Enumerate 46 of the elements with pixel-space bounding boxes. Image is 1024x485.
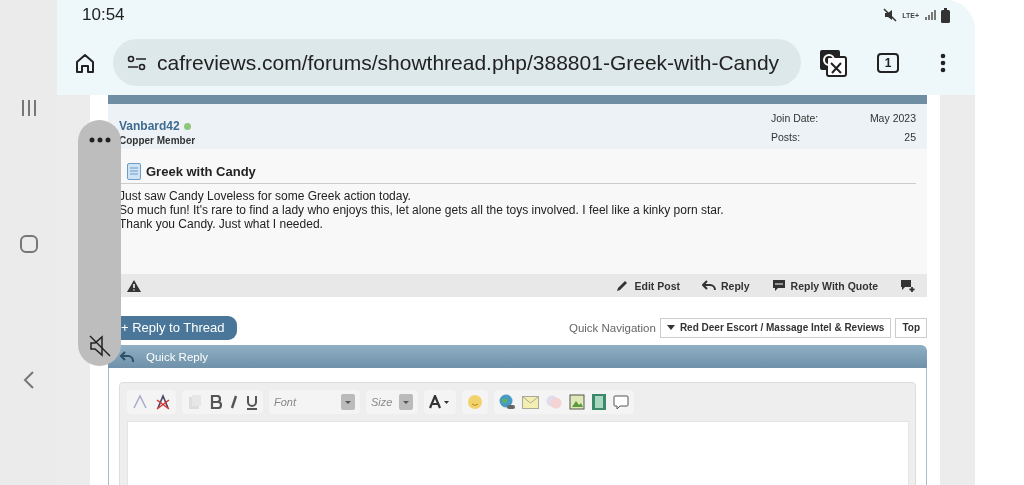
bold-icon[interactable] [210, 395, 222, 409]
clock-time: 10:54 [82, 5, 125, 25]
quick-reply-title: Quick Reply [146, 350, 208, 363]
quick-navigation-label: Quick Navigation [568, 321, 656, 334]
forum-name: Red Deer Escort / Massage Intel & Reviews [679, 322, 885, 333]
site-settings-icon[interactable] [127, 54, 147, 71]
picture-frame-icon[interactable] [569, 394, 585, 410]
film-strip-icon[interactable] [592, 394, 606, 410]
signal-icon [924, 9, 936, 21]
reply-arrow-icon [120, 350, 134, 363]
tab-count-button[interactable]: 1 [877, 52, 899, 73]
address-bar[interactable]: cafreviews.com/forums/showthread.php/388801-Greek-with-Candy [113, 39, 801, 86]
user-rank: Copper Member [119, 135, 196, 146]
post-action-link[interactable]: Edit Post [615, 278, 680, 293]
mute-icon[interactable] [88, 335, 111, 357]
post-text-line: Just saw Candy Loveless for some Greek action today. [119, 189, 412, 203]
speech-bubble-icon[interactable] [613, 394, 629, 410]
underline-icon[interactable] [246, 394, 258, 410]
stat-value: 25 [903, 130, 916, 145]
reply-arrow-icon [702, 278, 717, 293]
post-action-link[interactable]: Reply With Quote [771, 278, 878, 293]
post-title: Greek with Candy [146, 164, 256, 179]
username-link[interactable]: Vanbard42 [119, 119, 180, 133]
more-options-icon[interactable] [940, 52, 946, 73]
battery-icon [941, 7, 950, 23]
post-text-line: Thank you Candy. Just what I needed. [119, 217, 324, 231]
forum-select[interactable]: Red Deer Escort / Massage Intel & Reviews [659, 317, 892, 338]
stat-label: Join Date: [771, 112, 819, 126]
caret-icon [666, 325, 675, 330]
globe-link-icon[interactable] [499, 394, 515, 410]
more-options-icon[interactable] [88, 137, 111, 143]
text-color-icon[interactable] [429, 395, 451, 409]
italic-icon[interactable] [229, 395, 239, 409]
report-icon[interactable] [127, 279, 141, 292]
multi-quote-icon[interactable] [900, 278, 915, 293]
post-action-link[interactable]: Reply [702, 278, 750, 293]
stat-value: May 2023 [868, 112, 916, 126]
remove-format-icon[interactable] [155, 394, 171, 410]
home-icon[interactable] [74, 51, 96, 74]
document-icon [127, 163, 141, 180]
mute-icon [883, 8, 898, 22]
top-button[interactable]: Top [895, 317, 927, 338]
stat-label: Posts: [771, 130, 802, 145]
quote-bubble-icon [771, 278, 787, 293]
back-icon[interactable] [21, 370, 36, 390]
translate-icon[interactable] [819, 48, 847, 77]
